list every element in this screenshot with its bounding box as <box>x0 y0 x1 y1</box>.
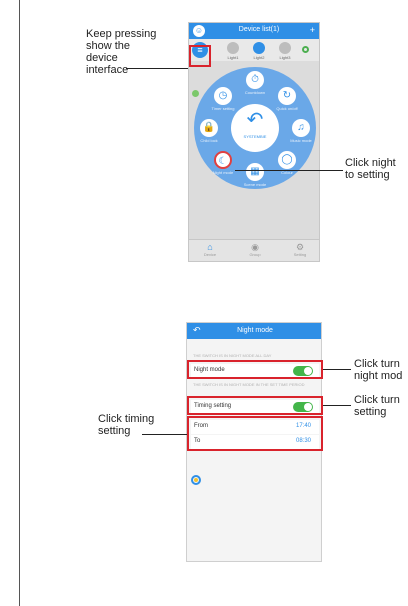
nav-label: Group <box>249 252 261 257</box>
bulb-icon[interactable] <box>279 42 291 54</box>
annotation-line: show the <box>86 40 131 52</box>
nav-label: Device <box>203 252 217 257</box>
margin-line <box>19 0 20 606</box>
bell-icon[interactable]: ♫ <box>292 119 310 137</box>
nav-label: Setting <box>293 252 307 257</box>
user-icon[interactable]: ☺ <box>193 25 205 37</box>
wheel-label: Timer setting <box>211 106 235 111</box>
nav-device[interactable]: ⌂ Device <box>195 242 225 257</box>
annotation-line: interface <box>86 64 129 76</box>
nav-setting[interactable]: ⚙ Setting <box>285 242 315 257</box>
moon-icon[interactable]: ☾ <box>214 151 232 169</box>
gear-icon: ⚙ <box>295 242 305 252</box>
annotation-line: Click night <box>345 157 396 169</box>
leader-line-turn-setting <box>323 405 351 406</box>
bulb-icon[interactable] <box>227 42 239 54</box>
header-bar: ☺ Device list(1) + <box>189 23 319 39</box>
screen-title: Device list(1) <box>238 26 280 33</box>
highlight-time-range <box>187 416 323 451</box>
wheel-label: Night mode <box>212 170 234 175</box>
bulb-label: Light2 <box>253 55 265 60</box>
lock-icon[interactable]: 🔒 <box>200 119 218 137</box>
nav-group[interactable]: ◉ Group <box>240 242 270 257</box>
night-mode-note: THE SWITCH IS IN NIGHT MODE ALL DAY <box>193 353 272 358</box>
annotation-line: night mod <box>354 370 403 382</box>
wheel-label: Scene mode <box>243 182 267 187</box>
center-label: SYSTEMBIE <box>243 134 267 139</box>
wheel-center-button[interactable]: ↶ SYSTEMBIE <box>231 104 279 152</box>
screen-title: Night mode <box>237 327 273 334</box>
status-dot <box>302 46 309 53</box>
bulb-label: Light3 <box>279 55 291 60</box>
annotation-line: Click turn <box>354 394 400 406</box>
annotation-line: setting <box>98 425 131 437</box>
header-bar: ↶ Night mode <box>187 323 321 339</box>
scene-icon[interactable]: ▦ <box>246 163 264 181</box>
leader-line-click-night <box>235 170 343 171</box>
refresh-icon[interactable]: ↻ <box>278 87 296 105</box>
wheel-label: Quick on/off <box>276 106 298 111</box>
highlight-timing-setting <box>187 396 323 415</box>
annotation-line: Keep pressing <box>86 28 157 40</box>
add-icon[interactable]: + <box>310 25 315 35</box>
wheel-label: Countdown <box>244 90 266 95</box>
back-arrow-icon: ↶ <box>246 109 264 131</box>
floating-dot[interactable] <box>192 90 199 97</box>
timer-icon[interactable]: ◷ <box>214 87 232 105</box>
colour-icon[interactable]: ◯ <box>278 151 296 169</box>
wheel-label: Child lock <box>200 138 218 143</box>
highlight-night-mode <box>187 360 323 379</box>
bulb-label: Light1 <box>227 55 239 60</box>
annotation-click-turn-night: Click turn night mod <box>354 358 402 382</box>
group-icon: ◉ <box>251 242 259 252</box>
bulb-icon[interactable] <box>253 42 265 54</box>
timing-note: THE SWITCH IS IN NIGHT MODE IN THE SET T… <box>193 382 305 387</box>
annotation-line: device <box>86 52 118 64</box>
annotation-line: Click timing <box>98 413 155 425</box>
wheel-label: Music mode <box>290 138 312 143</box>
home-icon: ⌂ <box>207 242 213 252</box>
annotation-click-turn-setting: Click turn setting <box>354 394 400 418</box>
leader-line-turn-night <box>323 369 351 370</box>
leader-line-keep-pressing <box>126 68 190 69</box>
floating-dot[interactable] <box>191 475 201 485</box>
countdown-icon[interactable]: ⏱ <box>246 71 264 89</box>
annotation-line: Click turn <box>354 358 400 370</box>
floating-dot-inner <box>194 478 198 482</box>
annotation-line: setting <box>354 406 387 418</box>
annotation-line: to setting <box>345 169 390 181</box>
highlight-device-icon <box>189 45 211 67</box>
leader-line-timing <box>142 434 187 435</box>
bottom-nav: ⌂ Device ◉ Group ⚙ Setting <box>189 239 319 261</box>
back-icon[interactable]: ↶ <box>193 325 201 336</box>
annotation-click-night: Click night to setting <box>345 157 396 181</box>
